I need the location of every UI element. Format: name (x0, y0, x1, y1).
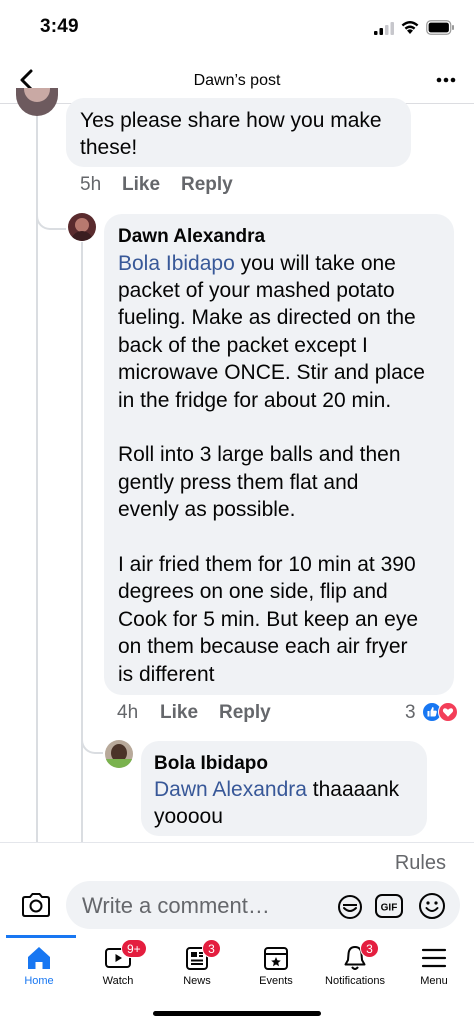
reaction-icons[interactable] (422, 701, 462, 723)
reply-button[interactable]: Reply (181, 174, 233, 196)
comment-text: evenly as possible. (118, 498, 296, 522)
home-indicator (153, 1011, 321, 1016)
svg-text:GIF: GIF (381, 903, 398, 914)
avatar[interactable] (16, 88, 58, 116)
comment-text: degrees on one side, flip and (118, 580, 388, 604)
comment-text: yoooou (154, 805, 223, 828)
reaction-count[interactable]: 3 (405, 702, 416, 724)
comment-timestamp: 5h (80, 174, 102, 195)
comment-text: back of the packet except I (118, 333, 368, 357)
page-title: Dawn’s post (193, 72, 281, 89)
battery-icon (426, 20, 454, 35)
mention-link[interactable]: Bola Ibidapo (118, 252, 235, 275)
sticker-icon[interactable] (336, 893, 364, 921)
comment-text: is different (118, 662, 215, 686)
more-options-icon[interactable] (434, 68, 458, 92)
comment-text: Yes please share how you make (80, 109, 382, 132)
wifi-icon (401, 21, 419, 34)
comment-bubble: Yes please share how you make these! (66, 98, 411, 167)
reply-connector (36, 206, 66, 230)
comment-text: microwave ONCE. Stir and place (118, 361, 425, 385)
comment-text: you will take one (234, 252, 396, 275)
comment-first-line: Bola Ibidapo you will take one (118, 250, 396, 277)
comment-text: I air fried them for 10 min at 390 (118, 553, 416, 576)
comment-placeholder: Write a comment… (82, 893, 270, 918)
tab-menu[interactable]: Menu (387, 935, 474, 995)
comment-first-line: Dawn Alexandra thaaaank (154, 776, 399, 803)
comment-timestamp: 4h (117, 702, 139, 723)
notification-badge: 3 (202, 939, 221, 958)
mention-link[interactable]: Dawn Alexandra (154, 778, 307, 801)
divider (0, 842, 474, 843)
tab-label: Menu (420, 975, 448, 987)
status-time: 3:49 (40, 16, 79, 37)
comment-text: in the fridge for about 20 min. (118, 388, 392, 412)
home-icon (28, 947, 50, 969)
emoji-icon[interactable] (418, 892, 446, 920)
comment-author[interactable]: Dawn Alexandra (118, 226, 265, 248)
rules-link[interactable]: Rules (395, 852, 446, 875)
like-button[interactable]: Like (160, 702, 198, 724)
comment-bubble: Dawn Alexandra Bola Ibidapo you will tak… (104, 214, 454, 695)
gif-icon[interactable]: GIF (374, 893, 404, 919)
events-icon (264, 947, 288, 970)
comment-text: fueling. Make as directed on the (118, 306, 416, 330)
comment-text: on them because each air fryer (118, 635, 408, 659)
thread-line-nested (81, 242, 83, 842)
notification-badge: 9+ (121, 939, 147, 958)
love-reaction-icon (438, 702, 458, 722)
reply-button[interactable]: Reply (219, 702, 271, 724)
reply-connector-nested (81, 730, 103, 754)
status-bar: 3:49 (0, 0, 474, 54)
avatar[interactable] (105, 740, 133, 768)
comment-text: Roll into 3 large balls and then (118, 443, 401, 467)
notification-badge: 3 (360, 939, 379, 958)
menu-icon (421, 948, 447, 968)
avatar[interactable] (68, 213, 96, 241)
comment-bubble: Bola Ibidapo Dawn Alexandra thaaaank yoo… (141, 741, 427, 836)
like-button[interactable]: Like (122, 174, 160, 196)
comment-text: gently press them flat and (118, 470, 359, 494)
comment-author[interactable]: Bola Ibidapo (154, 753, 268, 775)
comment-text: packet of your mashed potato (118, 279, 395, 302)
camera-icon[interactable] (20, 891, 52, 919)
comment-text: these! (80, 136, 138, 159)
cellular-signal-icon (374, 22, 394, 35)
comment-input[interactable]: Write a comment… GIF (66, 881, 460, 929)
comment-text: thaaaank (306, 778, 400, 801)
comment-text: Cook for 5 min. But keep an eye (118, 607, 418, 631)
